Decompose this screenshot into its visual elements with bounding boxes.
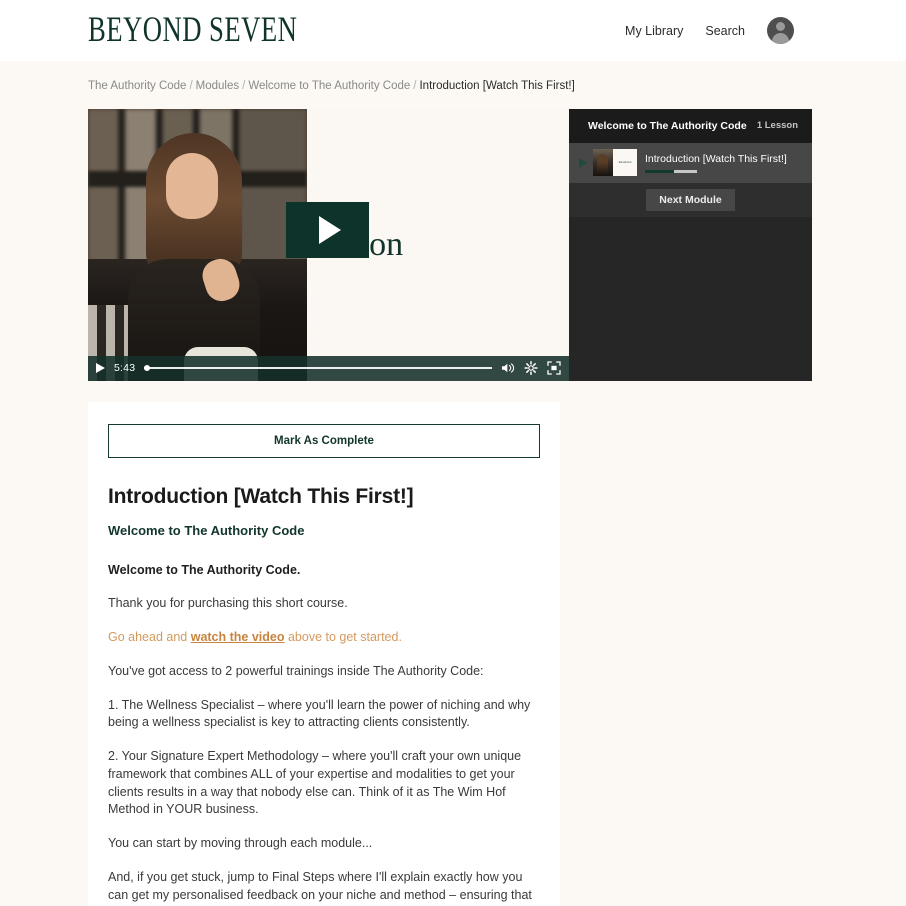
body-paragraph-3-suffix: above to get started. (284, 630, 402, 644)
fullscreen-icon[interactable] (547, 361, 561, 375)
lesson-list-item-label: Introduction [Watch This First!] (645, 152, 787, 165)
breadcrumb-separator: / (413, 80, 417, 92)
video-player[interactable]: Introduction 5:43 (88, 108, 569, 381)
body-paragraph-6: 2. Your Signature Expert Methodology – w… (108, 749, 522, 817)
nav-my-library[interactable]: My Library (625, 24, 683, 38)
nav-search[interactable]: Search (705, 24, 745, 38)
lesson-sidebar-header: Welcome to The Authority Code 1 Lesson (569, 108, 812, 143)
video-progress-track (144, 367, 492, 369)
lesson-content-card: Mark As Complete Introduction [Watch Thi… (88, 401, 560, 906)
video-poster-photo (88, 108, 307, 381)
lesson-thumbnail-photo (593, 149, 613, 176)
lesson-progress-fill (645, 169, 674, 173)
next-module-band: Next Module (569, 182, 812, 217)
body-paragraph-8: And, if you get stuck, jump to Final Ste… (108, 869, 532, 906)
lesson-list-item-active[interactable]: Introduction Introduction [Watch This Fi… (569, 142, 812, 183)
play-icon (318, 215, 341, 244)
player-row: Introduction 5:43 (0, 108, 906, 381)
breadcrumb-separator: / (242, 80, 246, 92)
mark-as-complete-button[interactable]: Mark As Complete (108, 423, 540, 458)
video-controls-bar: 5:43 (88, 355, 569, 381)
play-triangle-icon (579, 157, 587, 168)
body-paragraph-3-prefix: Go ahead and (108, 630, 191, 644)
lesson-module-subtitle: Welcome to The Authority Code (108, 522, 305, 538)
lesson-list-item-content: Introduction [Watch This First!] (645, 153, 787, 173)
video-progress-scrubber[interactable] (144, 362, 492, 374)
lesson-thumbnail: Introduction (593, 149, 637, 176)
page-title: Introduction [Watch This First!] (108, 484, 414, 508)
video-play-button[interactable] (286, 201, 369, 258)
volume-icon[interactable] (501, 362, 515, 374)
site-header: BEYOND SEVEN My Library Search (0, 0, 906, 61)
lesson-sidebar-lesson-count: 1 Lesson (756, 120, 798, 131)
body-paragraph-4: You've got access to 2 powerful training… (108, 663, 484, 678)
body-paragraph-7: You can start by moving through each mod… (108, 836, 373, 850)
play-icon[interactable] (96, 363, 105, 373)
video-time-display: 5:43 (114, 362, 136, 374)
watch-the-video-link[interactable]: watch the video (191, 630, 285, 644)
breadcrumb-item-modules[interactable]: Modules (196, 80, 239, 92)
site-logo[interactable]: BEYOND SEVEN (88, 10, 297, 51)
lesson-thumbnail-title-text: Introduction (618, 161, 632, 164)
body-paragraph-1: Welcome to The Authority Code. (108, 562, 301, 577)
next-module-button[interactable]: Next Module (646, 188, 735, 211)
gear-icon[interactable] (524, 361, 538, 375)
lesson-thumbnail-title-panel: Introduction (613, 149, 637, 176)
breadcrumb-current: Introduction [Watch This First!] (419, 80, 575, 92)
breadcrumb: The Authority Code / Modules / Welcome to Th… (0, 61, 906, 93)
header-nav: My Library Search (625, 17, 794, 44)
breadcrumb-item-course[interactable]: The Authority Code (88, 80, 186, 92)
lesson-progress-bar (645, 169, 697, 173)
video-progress-handle[interactable] (144, 365, 151, 371)
lesson-sidebar-module-title: Welcome to The Authority Code (588, 119, 747, 132)
body-paragraph-3: Go ahead and watch the video above to ge… (108, 629, 540, 647)
poster-person-face (166, 152, 218, 219)
breadcrumb-separator: / (189, 80, 193, 92)
body-paragraph-2: Thank you for purchasing this short cour… (108, 596, 348, 611)
body-paragraph-5: 1. The Wellness Specialist – where you'l… (108, 697, 531, 730)
breadcrumb-item-module[interactable]: Welcome to The Authority Code (248, 80, 410, 92)
user-avatar-icon[interactable] (767, 17, 794, 44)
lesson-sidebar: Welcome to The Authority Code 1 Lesson I… (569, 108, 812, 381)
